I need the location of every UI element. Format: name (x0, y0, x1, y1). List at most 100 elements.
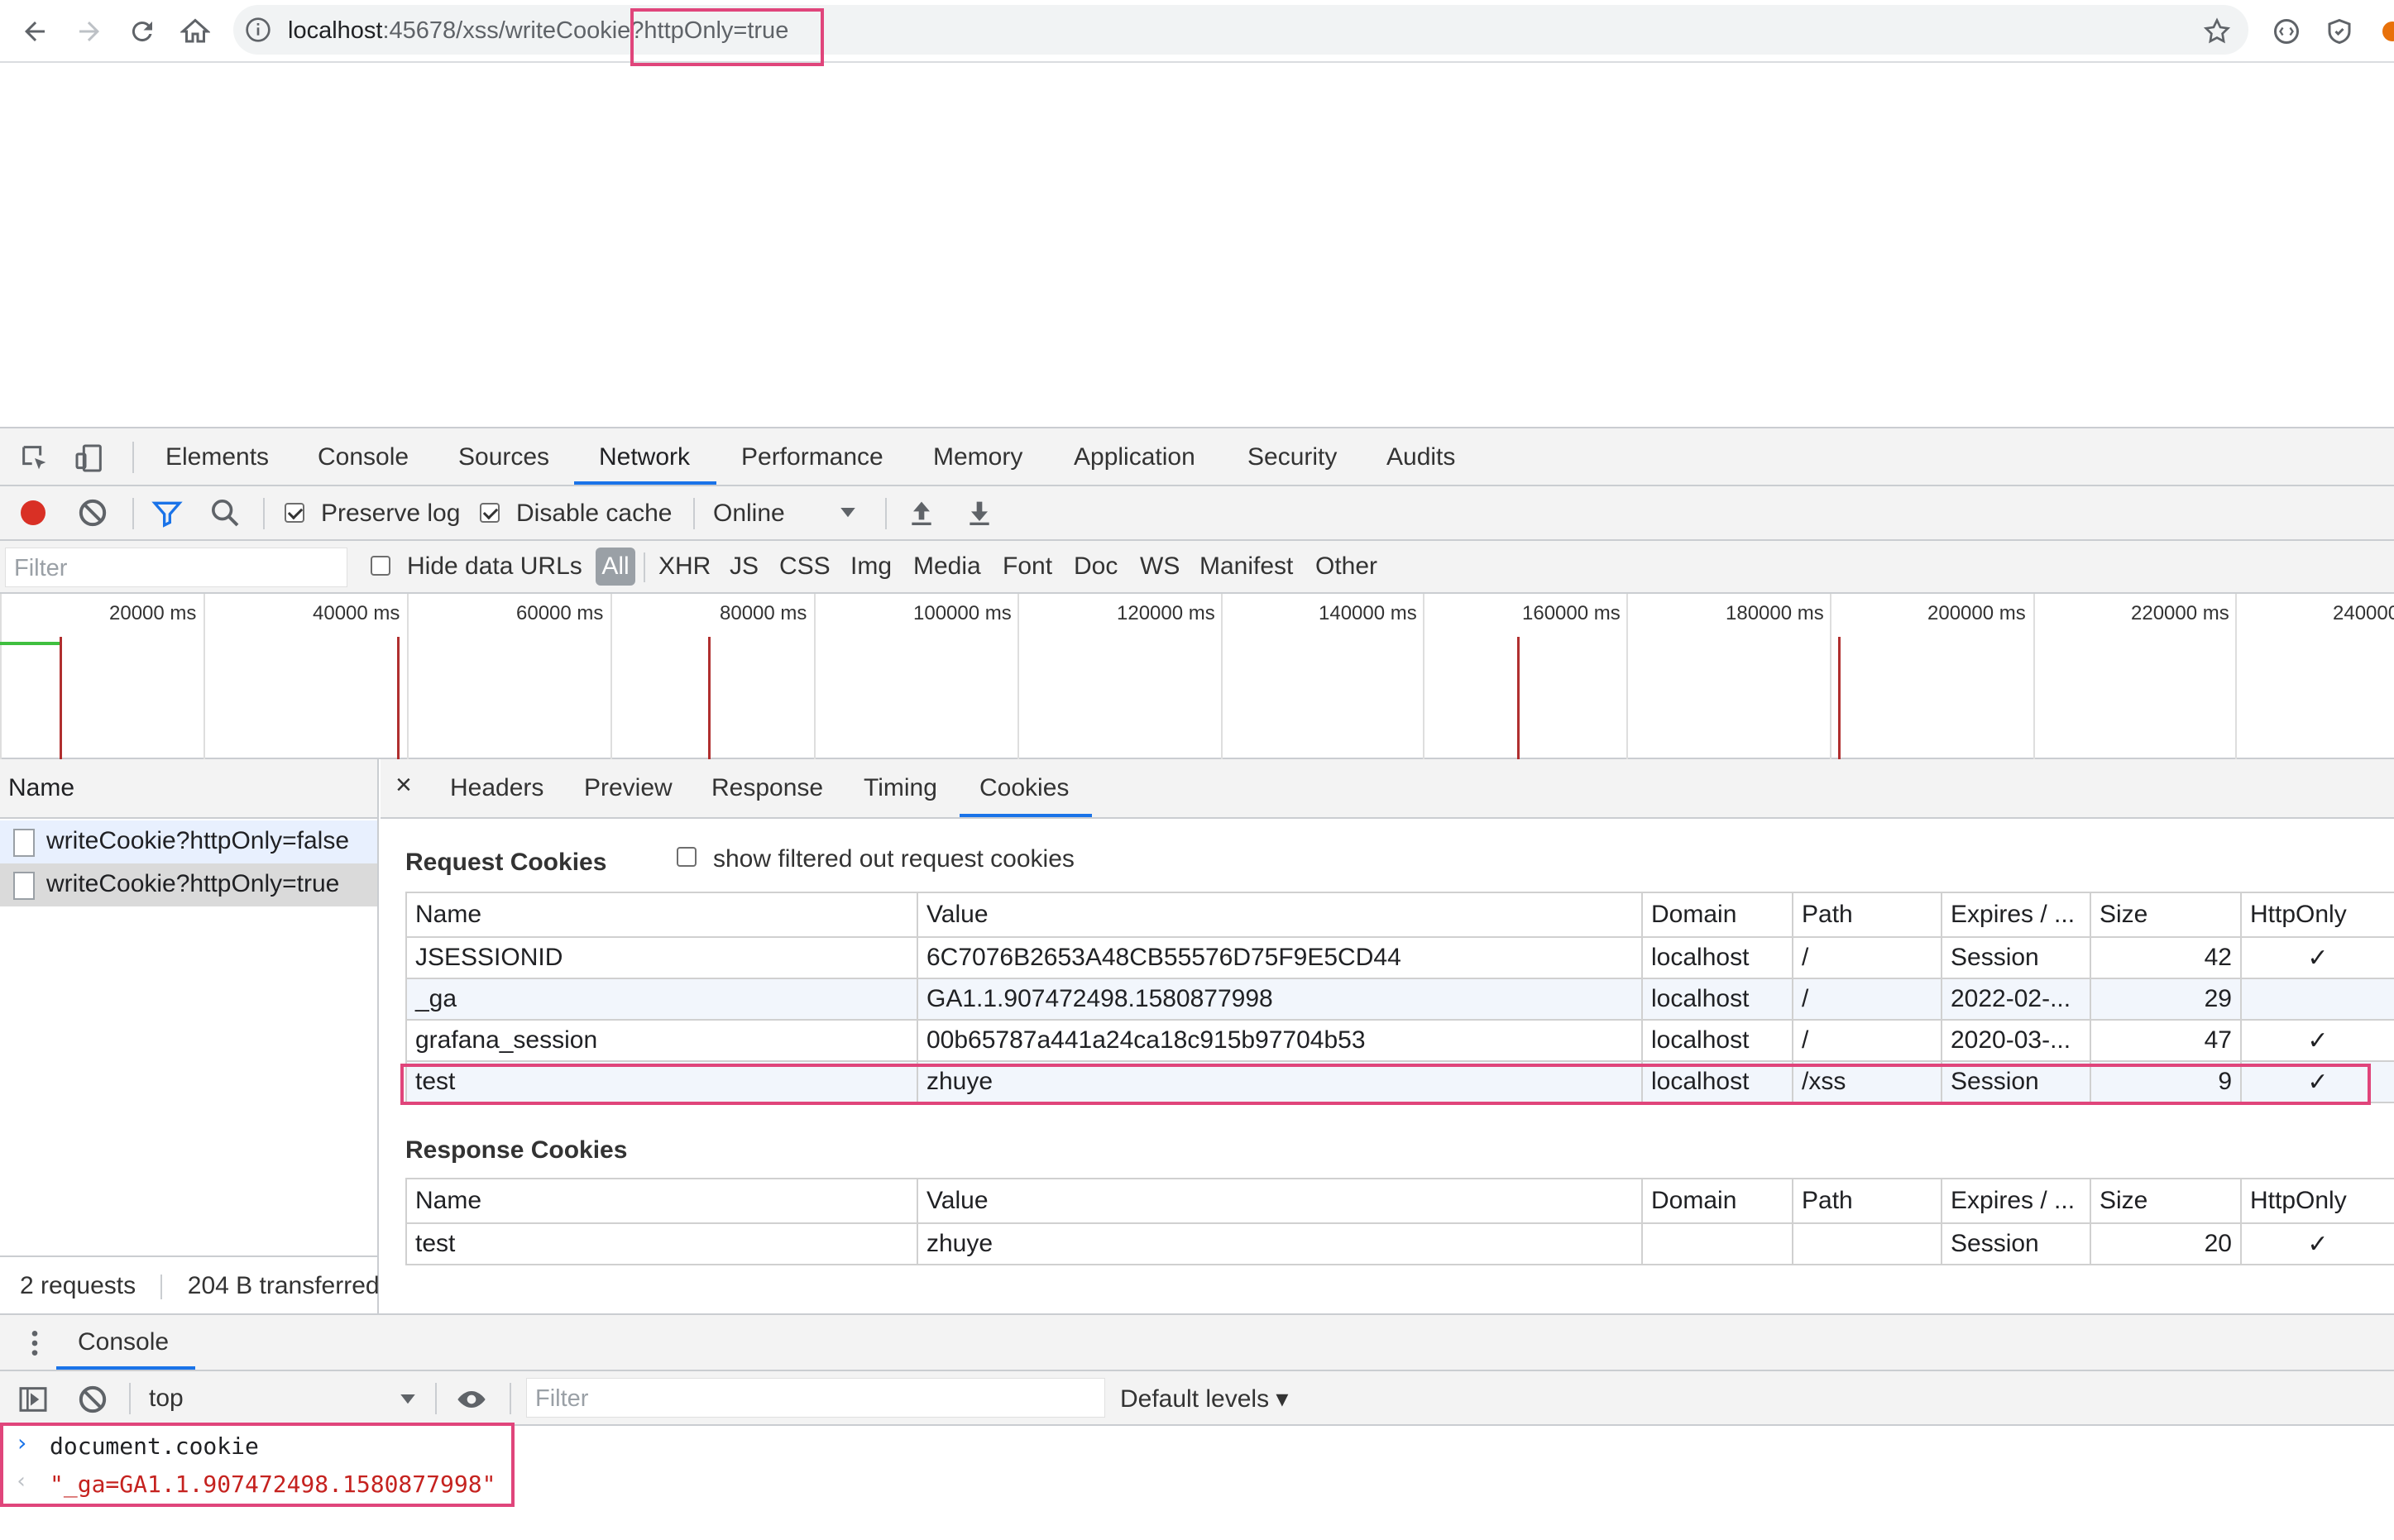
tab-security[interactable]: Security (1247, 443, 1337, 471)
show-filtered-cookies-checkbox[interactable] (677, 847, 697, 867)
tab-console[interactable]: Console (318, 443, 409, 471)
network-timeline-overview[interactable]: 20000 ms 40000 ms 60000 ms 80000 ms 1000… (0, 594, 2394, 759)
back-button[interactable] (13, 10, 56, 53)
cookie-path: / (1792, 1019, 1942, 1062)
table-row[interactable]: test zhuye localhost /xss Session 9 ✓ (405, 1060, 2394, 1103)
type-filter-xhr[interactable]: XHR (658, 552, 711, 581)
export-har-icon[interactable] (963, 496, 996, 529)
reload-icon (132, 22, 152, 42)
cookie-domain (1641, 1222, 1793, 1265)
drawer-tab-console[interactable]: Console (78, 1328, 169, 1356)
chevron-down-icon[interactable] (836, 500, 860, 524)
type-filter-other[interactable]: Other (1315, 552, 1377, 581)
bookmark-star-icon[interactable] (2202, 17, 2232, 46)
console-output[interactable]: › document.cookie ‹ "_ga=GA1.1.907472498… (0, 1426, 2394, 1540)
sidebar-toggle-icon[interactable] (17, 1383, 50, 1416)
type-filter-all[interactable]: All (596, 548, 635, 586)
import-har-icon[interactable] (905, 496, 938, 529)
request-row-selected[interactable]: writeCookie?httpOnly=true (0, 863, 377, 906)
extension-partial-icon[interactable] (2377, 17, 2394, 46)
chevron-down-icon[interactable] (395, 1386, 420, 1411)
column-header-size[interactable]: Size (2090, 892, 2242, 938)
live-expression-eye-icon[interactable] (455, 1383, 488, 1416)
clear-icon[interactable] (76, 496, 109, 529)
column-header-value[interactable]: Value (917, 1178, 1643, 1224)
tab-sources[interactable]: Sources (458, 443, 549, 471)
reload-button[interactable] (121, 10, 164, 53)
column-header-httponly[interactable]: HttpOnly (2240, 1178, 2394, 1224)
timeline-label: 220000 ms (2131, 602, 2229, 624)
url-text: localhost:45678/xss/writeCookie?httpOnly… (288, 17, 788, 45)
tab-response[interactable]: Response (711, 774, 823, 802)
timeline-label: 20000 ms (109, 602, 197, 624)
request-list-header[interactable]: Name (0, 759, 377, 819)
inspect-element-icon[interactable] (18, 442, 51, 475)
timeline-load-marker (60, 637, 62, 759)
tab-memory[interactable]: Memory (933, 443, 1022, 471)
type-filter-ws[interactable]: WS (1140, 552, 1180, 581)
tab-network[interactable]: Network (599, 443, 690, 471)
console-input-line[interactable]: document.cookie (50, 1432, 259, 1460)
timeline-gridline (1017, 594, 1019, 759)
request-row[interactable]: writeCookie?httpOnly=false (0, 820, 377, 863)
type-filter-manifest[interactable]: Manifest (1199, 552, 1293, 581)
column-header-expires[interactable]: Expires / ... (1941, 1178, 2091, 1224)
shield-icon[interactable] (2325, 17, 2354, 46)
network-filter-input[interactable]: Filter (5, 548, 347, 587)
disable-cache-checkbox[interactable] (480, 503, 500, 523)
cookie-domain: localhost (1641, 978, 1793, 1021)
table-row[interactable]: grafana_session 00b65787a441a24ca18c915b… (405, 1019, 2394, 1062)
timeline-label: 60000 ms (516, 602, 604, 624)
cookie-size: 20 (2090, 1222, 2242, 1265)
status-divider (160, 1275, 163, 1300)
toolbar-divider (644, 552, 645, 582)
column-header-name[interactable]: Name (405, 1178, 918, 1224)
table-row[interactable]: test zhuye Session 20 ✓ (405, 1222, 2394, 1265)
preserve-log-checkbox[interactable] (285, 503, 304, 523)
tab-elements[interactable]: Elements (165, 443, 269, 471)
search-icon[interactable] (208, 496, 242, 529)
filter-funnel-icon[interactable] (151, 496, 184, 529)
tab-timing[interactable]: Timing (864, 774, 937, 802)
column-header-path[interactable]: Path (1792, 892, 1942, 938)
table-row[interactable]: _ga GA1.1.907472498.1580877998 localhost… (405, 978, 2394, 1021)
more-options-icon[interactable] (18, 1327, 51, 1360)
type-filter-font[interactable]: Font (1003, 552, 1052, 581)
tab-headers[interactable]: Headers (450, 774, 543, 802)
address-bar[interactable]: localhost:45678/xss/writeCookie?httpOnly… (233, 5, 2248, 55)
record-icon[interactable] (17, 496, 50, 529)
log-levels-select[interactable]: Default levels ▾ (1120, 1385, 1288, 1413)
tab-performance[interactable]: Performance (741, 443, 883, 471)
type-filter-img[interactable]: Img (850, 552, 892, 581)
device-toolbar-icon[interactable] (73, 442, 106, 475)
tab-application[interactable]: Application (1074, 443, 1195, 471)
home-button[interactable] (174, 10, 217, 53)
column-header-name[interactable]: Name (405, 892, 918, 938)
close-icon[interactable]: × (395, 769, 412, 801)
column-header-httponly[interactable]: HttpOnly (2240, 892, 2394, 938)
tab-cookies[interactable]: Cookies (979, 774, 1069, 802)
column-header-value[interactable]: Value (917, 892, 1643, 938)
hide-data-urls-checkbox[interactable] (371, 556, 390, 576)
clear-console-icon[interactable] (76, 1383, 109, 1416)
forward-button[interactable] (68, 10, 111, 53)
column-header-domain[interactable]: Domain (1641, 892, 1793, 938)
timeline-gridline (1221, 594, 1223, 759)
cookie-expires: Session (1941, 936, 2091, 979)
type-filter-js[interactable]: JS (730, 552, 759, 581)
column-header-domain[interactable]: Domain (1641, 1178, 1793, 1224)
type-filter-doc[interactable]: Doc (1074, 552, 1118, 581)
tab-audits[interactable]: Audits (1386, 443, 1455, 471)
type-filter-css[interactable]: CSS (779, 552, 831, 581)
console-filter-input[interactable]: Filter (526, 1378, 1105, 1418)
type-filter-media[interactable]: Media (913, 552, 981, 581)
context-select[interactable]: top (149, 1385, 184, 1413)
throttling-select[interactable]: Online (713, 500, 785, 528)
column-header-path[interactable]: Path (1792, 1178, 1942, 1224)
extension-icon[interactable] (2272, 17, 2301, 46)
column-header-size[interactable]: Size (2090, 1178, 2242, 1224)
request-name: writeCookie?httpOnly=false (46, 827, 350, 854)
column-header-expires[interactable]: Expires / ... (1941, 892, 2091, 938)
tab-preview[interactable]: Preview (584, 774, 673, 802)
table-row[interactable]: JSESSIONID 6C7076B2653A48CB55576D75F9E5C… (405, 936, 2394, 979)
